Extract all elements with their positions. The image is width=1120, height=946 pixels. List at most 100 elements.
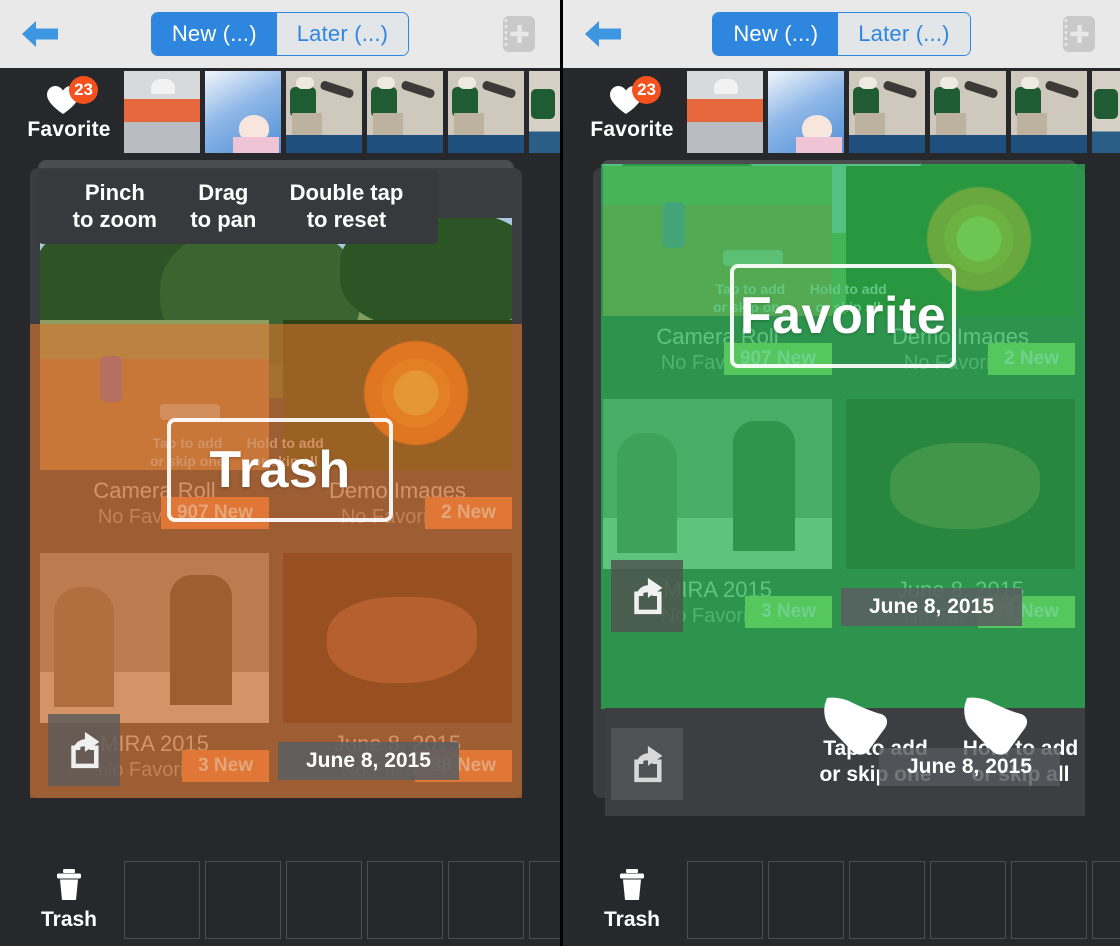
thumbnail-item[interactable] xyxy=(529,71,560,153)
album-new-badge: 3 New xyxy=(182,750,269,782)
thumbnail-item[interactable] xyxy=(687,71,763,153)
album-grid[interactable]: 907 New Camera Roll No Favorites 2 New D… xyxy=(603,166,1075,628)
hint-line-2: to reset xyxy=(306,206,387,232)
hint-line-2: or skip all xyxy=(815,299,881,316)
action-hint-group: Tap to add or skip one Hold to add or sk… xyxy=(150,434,324,470)
favorite-strip: 23 Favorite xyxy=(0,68,560,156)
favorite-thumbnails[interactable] xyxy=(687,71,1120,153)
hint-line-1: Tap to add xyxy=(715,281,786,297)
album-new-badge: 907 New xyxy=(723,343,832,375)
hint-line-1: Hold to add xyxy=(246,435,324,451)
share-icon xyxy=(71,731,100,769)
trash-slot[interactable] xyxy=(205,861,281,939)
action-hint-tap: Tap to add or skip one xyxy=(150,434,225,470)
favorite-label: Favorite xyxy=(590,118,674,141)
date-chip: June 8, 2015 xyxy=(278,742,459,780)
gesture-hint-bar: Pinch to zoom Drag to pan Double tap to … xyxy=(38,170,438,244)
album-grid[interactable]: 907 New Camera Roll No Favorites 2 New D… xyxy=(40,320,512,782)
thumbnail-item[interactable] xyxy=(367,71,443,153)
trash-slot[interactable] xyxy=(1011,861,1087,939)
trash-slot[interactable] xyxy=(286,861,362,939)
hint-line-2: or skip one xyxy=(150,453,225,470)
trash-slot[interactable] xyxy=(367,861,443,939)
tab-later[interactable]: Later (...) xyxy=(838,13,970,55)
thumbnail-item[interactable] xyxy=(205,71,281,153)
trash-slot[interactable] xyxy=(687,861,763,939)
trash-slot[interactable] xyxy=(768,861,844,939)
favorite-count-badge: 23 xyxy=(69,76,98,104)
share-button[interactable] xyxy=(611,728,683,800)
thumbnail-item[interactable] xyxy=(1011,71,1087,153)
trash-slot[interactable] xyxy=(1092,861,1120,939)
trash-slot-row[interactable] xyxy=(687,861,1120,939)
album-card[interactable]: 907 New Camera Roll No Favorites xyxy=(603,166,832,375)
back-arrow-icon[interactable] xyxy=(18,14,64,54)
tab-new[interactable]: New (...) xyxy=(713,13,839,55)
trash-slot[interactable] xyxy=(529,861,560,939)
thumbnail-item[interactable] xyxy=(448,71,524,153)
trash-drop-zone[interactable]: Trash xyxy=(577,868,687,932)
hand-pointer-icon xyxy=(821,696,893,763)
share-icon xyxy=(634,577,663,615)
thumbnail-item[interactable] xyxy=(768,71,844,153)
album-new-badge: 907 New xyxy=(160,497,269,529)
album-thumbnail[interactable] xyxy=(283,553,512,723)
trash-drop-zone[interactable]: Trash xyxy=(14,868,124,932)
album-thumbnail[interactable] xyxy=(846,399,1075,569)
trash-slot[interactable] xyxy=(849,861,925,939)
hint-line-1: Hold to add xyxy=(809,281,887,297)
trash-slot-row[interactable] xyxy=(124,861,560,939)
hint-line-1: Drag xyxy=(198,180,249,205)
share-button[interactable] xyxy=(611,560,683,632)
thumbnail-item[interactable] xyxy=(124,71,200,153)
trash-icon xyxy=(620,869,644,900)
favorite-drop-zone[interactable]: 23 Favorite xyxy=(14,76,124,142)
action-hint-hold: Hold to add or skip all xyxy=(247,434,324,470)
album-thumbnail[interactable] xyxy=(603,399,832,569)
thumbnail-item[interactable] xyxy=(930,71,1006,153)
add-album-icon[interactable] xyxy=(1056,12,1102,56)
hint-line-1: Pinch xyxy=(84,180,145,205)
share-button[interactable] xyxy=(48,714,120,786)
hand-pointer-icon xyxy=(961,696,1033,763)
tab-later[interactable]: Later (...) xyxy=(276,13,409,55)
heart-badge-group: 23 xyxy=(605,76,661,114)
album-card[interactable]: 2 New Demo Images No Favorites xyxy=(846,166,1075,375)
hint-line-2: to pan xyxy=(190,206,257,232)
album-scroll-area[interactable]: 907 New Camera Roll No Favorites 2 New D… xyxy=(563,156,1120,946)
trash-icon xyxy=(57,869,81,900)
gesture-hint-pinch: Pinch to zoom xyxy=(73,180,157,234)
hint-line-1: Tap to add xyxy=(152,435,223,451)
hint-line-1: Double tap xyxy=(289,180,404,205)
trash-slot[interactable] xyxy=(124,861,200,939)
back-arrow-icon[interactable] xyxy=(581,14,627,54)
hint-line-2: or skip one xyxy=(713,299,788,316)
album-new-badge: 3 New xyxy=(745,596,832,628)
album-thumbnail[interactable] xyxy=(40,553,269,723)
panel-favorite: New (...) Later (...) 23 Favorite 907 Ne… xyxy=(560,0,1120,946)
trash-bar: Trash xyxy=(0,854,560,946)
tab-new[interactable]: New (...) xyxy=(151,13,277,55)
album-new-badge: 2 New xyxy=(988,343,1075,375)
thumbnail-item[interactable] xyxy=(1092,71,1120,153)
screenshot-root: New (...) Later (...) 23 Favorite Pinch … xyxy=(0,0,1120,946)
album-card[interactable]: 2 New Demo Images No Favorites xyxy=(283,320,512,529)
trash-slot[interactable] xyxy=(930,861,1006,939)
segmented-control[interactable]: New (...) Later (...) xyxy=(712,12,971,56)
action-hint-group: Tap to add or skip one Hold to add or sk… xyxy=(713,280,887,316)
segmented-control[interactable]: New (...) Later (...) xyxy=(150,12,410,56)
panel-trash: New (...) Later (...) 23 Favorite Pinch … xyxy=(0,0,560,946)
gesture-hint-drag: Drag to pan xyxy=(190,180,256,234)
favorite-thumbnails[interactable] xyxy=(124,71,560,153)
thumbnail-item[interactable] xyxy=(286,71,362,153)
favorite-label: Favorite xyxy=(27,118,111,141)
trash-slot[interactable] xyxy=(448,861,524,939)
favorite-count-badge: 23 xyxy=(632,76,661,104)
thumbnail-item[interactable] xyxy=(849,71,925,153)
favorite-drop-zone[interactable]: 23 Favorite xyxy=(577,76,687,142)
album-card[interactable]: 907 New Camera Roll No Favorites xyxy=(40,320,269,529)
action-hint-hold: Hold to add or skip all xyxy=(810,280,887,316)
date-chip: June 8, 2015 xyxy=(841,588,1022,626)
album-scroll-area[interactable]: Pinch to zoom Drag to pan Double tap to … xyxy=(0,156,560,946)
add-album-icon[interactable] xyxy=(496,12,542,56)
